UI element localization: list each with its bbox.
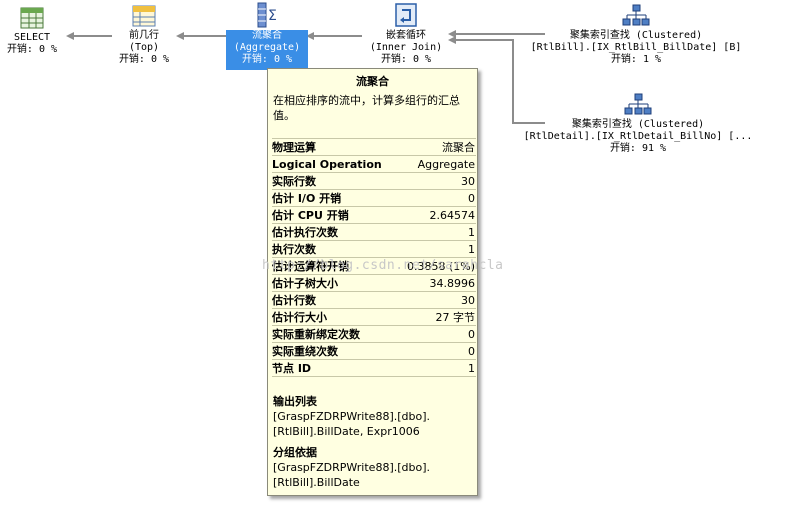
nested-loops-node[interactable]: 嵌套循环 (Inner Join) 开销: 0 % (362, 2, 450, 66)
property-value: Aggregate (417, 157, 475, 171)
clustered-index-seek-icon (622, 4, 650, 26)
property-key: 实际重新绑定次数 (272, 328, 360, 341)
select-node-cost: 开销: 0 % (6, 44, 58, 55)
property-key: 执行次数 (272, 243, 316, 256)
nested-loops-node-cost: 开销: 0 % (380, 54, 432, 65)
aggregate-node-name: 流聚合 (252, 30, 282, 41)
svg-text:Σ: Σ (268, 8, 277, 24)
clustered-index-seek-icon (624, 93, 652, 115)
seek-2-object: [RtlDetail].[IX_RtlDetail_BillNo] [... (523, 131, 753, 142)
group-by-section: 分组依据 [GraspFZDRPWrite88].[dbo]. [RtlBill… (273, 445, 430, 490)
property-value: 1 (468, 361, 475, 375)
property-key: 估计行大小 (272, 311, 327, 324)
property-value: 0 (468, 327, 475, 341)
property-value: 1 (468, 242, 475, 256)
aggregate-node[interactable]: Σ 流聚合 (Aggregate) 开销: 0 % (226, 2, 308, 66)
property-row: 实际重新绑定次数 0 (272, 325, 476, 342)
output-list-section: 输出列表 [GraspFZDRPWrite88].[dbo]. [RtlBill… (273, 394, 430, 439)
property-key: 实际行数 (272, 175, 316, 188)
nested-loops-node-name: 嵌套循环 (386, 30, 426, 41)
property-row: 估计执行次数 1 (272, 223, 476, 240)
property-row: 估计子树大小 34.8996 (272, 274, 476, 291)
seek-1-name: 聚集索引查找 (Clustered) (569, 30, 703, 41)
top-icon (132, 5, 156, 27)
aggregate-node-sub: (Aggregate) (233, 42, 301, 53)
clustered-seek-node-1[interactable]: 聚集索引查找 (Clustered) [RtlBill].[IX_RtlBill… (518, 4, 754, 66)
seek-2-name: 聚集索引查找 (Clustered) (571, 119, 705, 130)
table-icon (20, 7, 44, 29)
top-node[interactable]: 前几行 (Top) 开销: 0 % (108, 4, 180, 66)
property-value: 2.64574 (429, 208, 476, 222)
property-value: 30 (461, 174, 475, 188)
property-key: 节点 ID (272, 362, 312, 375)
seek-2-cost: 开销: 91 % (609, 143, 667, 154)
property-key: Logical Operation (272, 157, 382, 171)
property-row: 节点 ID 1 (272, 359, 476, 377)
output-list-line-2: [RtlBill].BillDate, Expr1006 (273, 425, 420, 438)
property-value: 34.8996 (429, 276, 476, 290)
group-by-line-2: [RtlBill].BillDate (273, 476, 360, 489)
tooltip-title: 流聚合 (356, 75, 389, 88)
property-value: 0 (468, 344, 475, 358)
watermark-text: http://blog.csdn.net/sarahcla (262, 258, 504, 273)
property-row: Logical Operation Aggregate (272, 155, 476, 172)
top-node-cost: 开销: 0 % (118, 54, 170, 65)
property-row: 物理运算 流聚合 (272, 138, 476, 155)
select-node-name: SELECT (13, 32, 51, 43)
operator-tooltip: 流聚合 在相应排序的流中，计算多组行的汇总值。 物理运算 流聚合 Logical … (267, 68, 478, 496)
select-node[interactable]: SELECT 开销: 0 % (0, 6, 64, 56)
property-key: 实际重绕次数 (272, 345, 338, 358)
tooltip-description: 在相应排序的流中，计算多组行的汇总值。 (273, 94, 460, 122)
property-key: 物理运算 (272, 141, 316, 154)
property-key: 估计 CPU 开销 (272, 209, 349, 222)
property-value: 30 (461, 293, 475, 307)
nested-loops-icon (395, 3, 417, 27)
property-row: 实际行数 30 (272, 172, 476, 189)
property-value: 1 (468, 225, 475, 239)
group-by-heading: 分组依据 (273, 446, 317, 459)
property-key: 估计 I/O 开销 (272, 192, 342, 205)
property-row: 执行次数 1 (272, 240, 476, 257)
property-key: 估计子树大小 (272, 277, 338, 290)
property-key: 估计行数 (272, 294, 316, 307)
seek-1-cost: 开销: 1 % (610, 54, 662, 65)
property-row: 估计行数 30 (272, 291, 476, 308)
property-row: 实际重绕次数 0 (272, 342, 476, 359)
stream-aggregate-icon: Σ (257, 2, 277, 28)
seek-1-object: [RtlBill].[IX_RtlBill_BillDate] [B] (530, 42, 742, 53)
property-row: 估计 CPU 开销 2.64574 (272, 206, 476, 223)
output-list-heading: 输出列表 (273, 395, 317, 408)
output-list-line-1: [GraspFZDRPWrite88].[dbo]. (273, 410, 431, 423)
property-value: 流聚合 (442, 141, 475, 154)
property-row: 估计行大小 27 字节 (272, 308, 476, 325)
nested-loops-node-sub: (Inner Join) (369, 42, 443, 53)
top-node-name: 前几行 (129, 30, 159, 41)
aggregate-node-cost: 开销: 0 % (241, 54, 293, 65)
property-value: 0 (468, 191, 475, 205)
top-node-sub: (Top) (128, 42, 160, 53)
property-value: 27 字节 (435, 311, 476, 324)
clustered-seek-node-2[interactable]: 聚集索引查找 (Clustered) [RtlDetail].[IX_RtlDe… (518, 93, 758, 155)
property-key: 估计执行次数 (272, 226, 338, 239)
group-by-line-1: [GraspFZDRPWrite88].[dbo]. (273, 461, 431, 474)
property-row: 估计 I/O 开销 0 (272, 189, 476, 206)
